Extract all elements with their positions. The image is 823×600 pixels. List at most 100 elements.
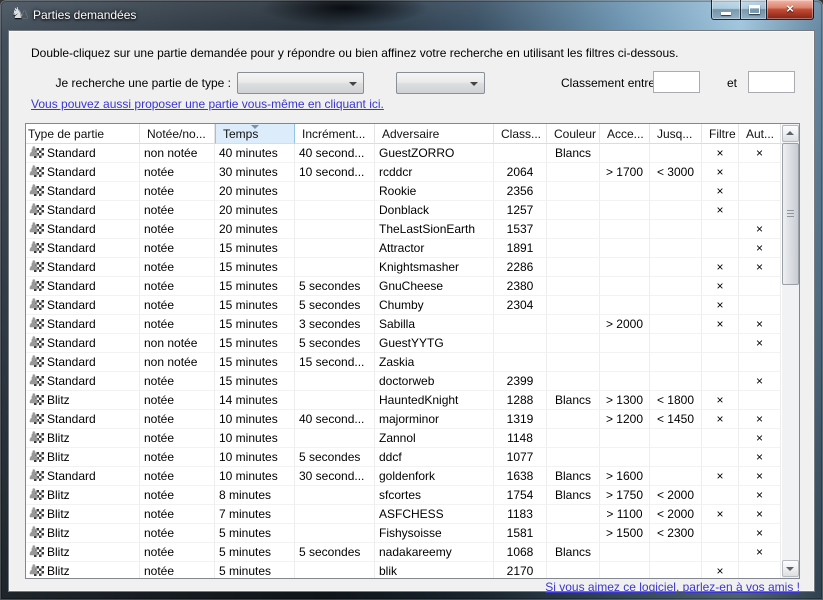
table-cell [650,543,702,562]
vertical-scrollbar[interactable] [782,124,799,578]
table-row[interactable]: ♟Standard non notée 40 minutes 40 second… [26,144,782,163]
table-cell: × [739,315,781,334]
table-row[interactable]: ♟Standard non notée 15 minutes 5 seconde… [26,334,782,353]
rating-range-label: Classement entre [561,76,655,90]
dialog-window: ♞ ♟ Parties demandées × Double-cliquez s… [0,0,823,600]
table-row[interactable]: ♟Blitz notée 5 minutes 5 secondes nadaka… [26,543,782,562]
chess-pawn-board-icon: ♟ [28,260,45,274]
table-row[interactable]: ♟Blitz notée 7 minutes ASFCHESS 1183 > 1… [26,505,782,524]
table-cell [739,296,781,315]
table-cell [702,239,739,258]
table-cell: ♟Standard [26,467,140,486]
table-row[interactable]: ♟Blitz notée 10 minutes Zannol 1148 × [26,429,782,448]
table-cell [600,543,650,562]
table-row[interactable]: ♟Blitz notée 5 minutes Fishysoisse 1581 … [26,524,782,543]
share-app-link[interactable]: Si vous aimez ce logiciel, parlez-en à v… [545,580,800,594]
column-header-10[interactable]: Aut... [739,124,781,144]
table-cell: × [739,524,781,543]
table-cell [650,372,702,391]
table-cell [547,429,600,448]
chess-pawn-board-icon: ♟ [28,298,45,312]
table-row[interactable]: ♟Blitz notée 10 minutes 5 secondes ddcf … [26,448,782,467]
table-cell [650,562,702,578]
table-row[interactable]: ♟Standard non notée 15 minutes 15 second… [26,353,782,372]
table-cell: notée [140,296,215,315]
table-cell: 15 minutes [215,334,295,353]
table-row[interactable]: ♟Standard notée 15 minutes Knightsmasher… [26,258,782,277]
table-cell: ASFCHESS [375,505,494,524]
table-cell [547,201,600,220]
table-cell: × [702,182,739,201]
chess-pawn-board-icon: ♟ [28,222,45,236]
propose-game-link[interactable]: Vous pouvez aussi proposer une partie vo… [31,97,384,111]
table-cell: 10 minutes [215,410,295,429]
table-cell: 1257 [494,201,547,220]
column-header-4[interactable]: Adversaire [375,124,494,144]
table-cell: ♟Standard [26,144,140,163]
chevron-down-icon [349,82,357,86]
table-row[interactable]: ♟Blitz notée 5 minutes blik 2170 × [26,562,782,578]
table-cell [739,277,781,296]
column-header-9[interactable]: Filtre [702,124,739,144]
rating-max-field[interactable] [748,71,795,93]
maximize-button[interactable] [740,0,767,20]
table-cell: 5 minutes [215,562,295,578]
table-cell: × [739,486,781,505]
table-cell: ♟Standard [26,182,140,201]
table-cell: non notée [140,334,215,353]
table-cell [650,220,702,239]
column-header-2[interactable]: Temps [215,124,295,144]
table-row[interactable]: ♟Standard notée 20 minutes Rookie 2356 × [26,182,782,201]
minimize-icon [721,12,731,15]
column-header-6[interactable]: Couleur [547,124,600,144]
rating-min-field[interactable] [653,71,700,93]
table-row[interactable]: ♟Blitz notée 14 minutes HauntedKnight 12… [26,391,782,410]
chess-pawn-board-icon: ♟ [28,412,45,426]
chevron-down-icon [470,82,478,86]
title-bar[interactable]: ♞ ♟ Parties demandées × [0,0,823,30]
game-type-combobox[interactable] [237,72,364,94]
table-cell: Fishysoisse [375,524,494,543]
minimize-button[interactable] [711,0,740,20]
table-cell: 30 minutes [215,163,295,182]
table-row[interactable]: ♟Standard notée 15 minutes 5 secondes Ch… [26,296,782,315]
scrollbar-thumb[interactable] [782,143,799,285]
column-header-8[interactable]: Jusq... [650,124,702,144]
table-row[interactable]: ♟Standard notée 15 minutes Attractor 189… [26,239,782,258]
chess-pawn-board-icon: ♟ [28,431,45,445]
column-header-0[interactable]: Type de partie [26,124,140,144]
scroll-up-icon[interactable] [782,125,799,142]
table-row[interactable]: ♟Standard notée 10 minutes 30 second... … [26,467,782,486]
table-row[interactable]: ♟Standard notée 10 minutes 40 second... … [26,410,782,429]
column-header-7[interactable]: Acce... [600,124,650,144]
close-button[interactable]: × [767,0,814,20]
table-row[interactable]: ♟Standard notée 20 minutes Donblack 1257… [26,201,782,220]
table-cell: < 3000 [650,163,702,182]
table-cell: Blancs [547,144,600,163]
game-type-label: Je recherche une partie de type : [29,76,231,90]
column-header-3[interactable]: Incrément... [295,124,375,144]
table-cell: ♟Standard [26,163,140,182]
dialog-client-area: Double-cliquez sur une partie demandée p… [8,30,815,592]
chess-pawn-board-icon: ♟ [28,507,45,521]
table-row[interactable]: ♟Standard notée 15 minutes 5 secondes Gn… [26,277,782,296]
table-cell: × [739,372,781,391]
table-cell: × [702,201,739,220]
table-cell: goldenfork [375,467,494,486]
scroll-down-icon[interactable] [782,560,799,577]
chess-pawn-board-icon: ♟ [28,336,45,350]
column-header-1[interactable]: Notée/no... [140,124,215,144]
table-cell: 1288 [494,391,547,410]
table-row[interactable]: ♟Standard notée 15 minutes doctorweb 239… [26,372,782,391]
table-row[interactable]: ♟Standard notée 15 minutes 3 secondes Sa… [26,315,782,334]
column-header-5[interactable]: Class... [494,124,547,144]
table-row[interactable]: ♟Standard notée 30 minutes 10 second... … [26,163,782,182]
table-row[interactable]: ♟Standard notée 20 minutes TheLastSionEa… [26,220,782,239]
table-row[interactable]: ♟Blitz notée 8 minutes sfcortes 1754 Bla… [26,486,782,505]
game-subtype-combobox[interactable] [396,72,485,94]
chess-pawn-board-icon: ♟ [28,203,45,217]
table-cell: 5 secondes [295,448,375,467]
table-cell [650,429,702,448]
table-cell: majorminor [375,410,494,429]
chess-pawn-board-icon: ♟ [28,450,45,464]
